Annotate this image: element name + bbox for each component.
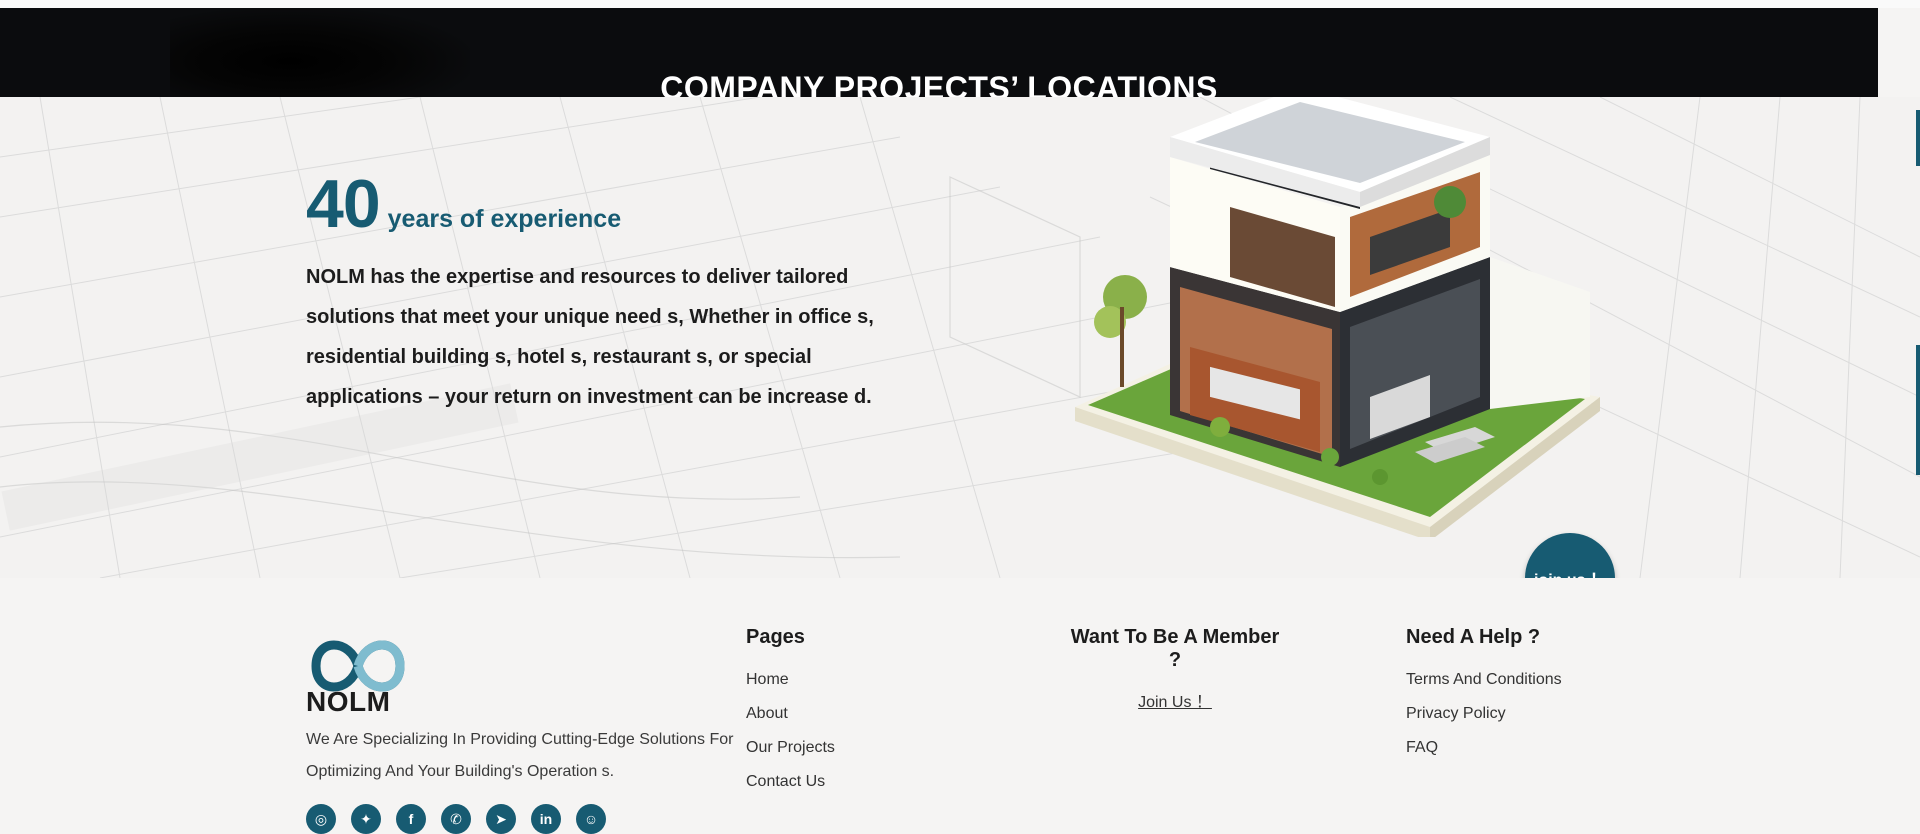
footer-help-column: Need A Help ? Terms And Conditions Priva… [1406, 626, 1562, 765]
blueprint-grid-background [0, 97, 1920, 578]
top-sliver [0, 0, 1920, 8]
footer-link-our-projects[interactable]: Our Projects [746, 731, 835, 765]
linkedin-icon[interactable]: in [531, 804, 561, 834]
snapchat-icon[interactable]: ☺ [576, 804, 606, 834]
footer-pages-column: Pages Home About Our Projects Contact Us [746, 626, 835, 799]
whatsapp-icon[interactable]: ✆ [441, 804, 471, 834]
hero-section: 40 years of experience NOLM has the expe… [0, 97, 1920, 578]
footer: NOLM We Are Specializing In Providing Cu… [0, 578, 1920, 834]
telegram-icon[interactable]: ➤ [486, 804, 516, 834]
right-edge-accent-middle [1916, 345, 1920, 475]
footer-link-faq[interactable]: FAQ [1406, 731, 1562, 765]
footer-link-home[interactable]: Home [746, 663, 835, 697]
help-heading: Need A Help ? [1406, 626, 1541, 648]
footer-link-privacy[interactable]: Privacy Policy [1406, 697, 1562, 731]
pages-heading: Pages [746, 626, 805, 648]
instagram-icon[interactable]: ◎ [306, 804, 336, 834]
isometric-house-illustration [1075, 97, 1600, 537]
footer-link-join-us[interactable]: Join Us ！ [1062, 686, 1288, 720]
hero-description: NOLM has the expertise and resources to … [306, 266, 874, 408]
footer-link-contact-us[interactable]: Contact Us [746, 765, 835, 799]
footer-tagline: We Are Specializing In Providing Cutting… [306, 731, 734, 780]
right-edge-accent-top [1916, 110, 1920, 166]
experience-number: 40 [306, 166, 381, 242]
experience-label: years of experience [387, 205, 622, 233]
page: COMPANY PROJECTS’ LOCATIONS 40 years of … [0, 0, 1920, 834]
footer-link-terms[interactable]: Terms And Conditions [1406, 663, 1562, 697]
projects-banner: COMPANY PROJECTS’ LOCATIONS [0, 8, 1878, 97]
member-heading: Want To Be A Member ? [1070, 626, 1280, 671]
footer-link-about[interactable]: About [746, 697, 835, 731]
experience-heading: 40 years of experience [306, 165, 621, 243]
twitter-icon[interactable]: ✦ [351, 804, 381, 834]
banner-title: COMPANY PROJECTS’ LOCATIONS [660, 70, 1218, 97]
logo-wordmark: NOLM [306, 686, 391, 717]
facebook-icon[interactable]: f [396, 804, 426, 834]
social-links: ◎ ✦ f ✆ ➤ in ☺ [306, 804, 606, 834]
footer-member-column: Want To Be A Member ? Join Us ！ [1062, 626, 1288, 720]
